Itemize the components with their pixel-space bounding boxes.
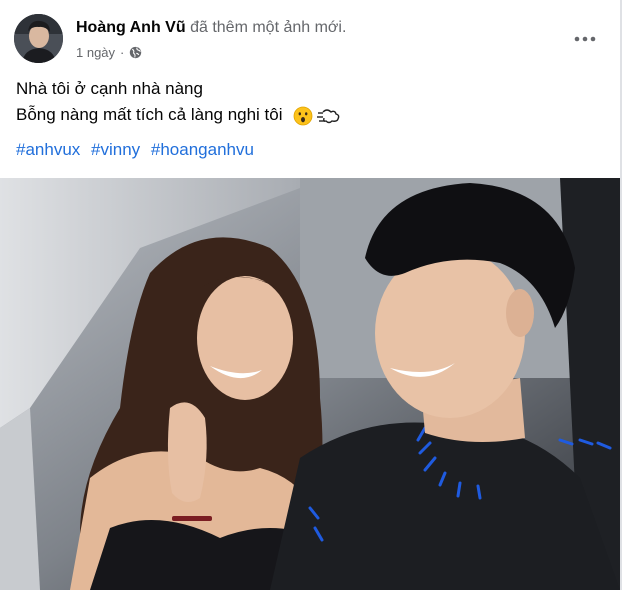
post-photo-image [0, 178, 620, 590]
hashtag-link[interactable]: #anhvux [16, 140, 80, 159]
globe-icon[interactable] [129, 46, 142, 59]
post-time[interactable]: 1 ngày [76, 45, 115, 60]
dashing-away-emoji [317, 108, 340, 123]
post-text-line-2: Bỗng nàng mất tích cả làng nghi tôi [16, 102, 341, 128]
author-name[interactable]: Hoàng Anh Vũ [76, 19, 186, 36]
author-line: Hoàng Anh Vũ đã thêm một ảnh mới. [76, 19, 346, 37]
meta-separator: · [120, 45, 125, 60]
hashtag-list: #anhvux #vinny #hoanganhvu [16, 140, 260, 160]
surprised-face-emoji [293, 106, 313, 125]
post-action: đã thêm một ảnh mới. [190, 19, 347, 36]
post-photo[interactable] [0, 178, 620, 590]
hashtag-link[interactable]: #hoanganhvu [151, 140, 254, 159]
post-header: Hoàng Anh Vũ đã thêm một ảnh mới. 1 ngày… [14, 14, 606, 66]
feed-post: Hoàng Anh Vũ đã thêm một ảnh mới. 1 ngày… [0, 0, 622, 590]
emoji-group [293, 106, 341, 126]
post-text: Nhà tôi ở cạnh nhà nàng Bỗng nàng mất tí… [16, 76, 341, 128]
post-text-line-2-text: Bỗng nàng mất tích cả làng nghi tôi [16, 105, 283, 124]
post-meta: 1 ngày · [76, 45, 142, 60]
hashtag-link[interactable]: #vinny [91, 140, 140, 159]
more-options-icon [574, 36, 596, 42]
author-avatar[interactable] [14, 14, 63, 63]
more-options-button[interactable] [570, 24, 600, 54]
post-text-line-1: Nhà tôi ở cạnh nhà nàng [16, 79, 203, 98]
avatar-image [14, 14, 63, 63]
